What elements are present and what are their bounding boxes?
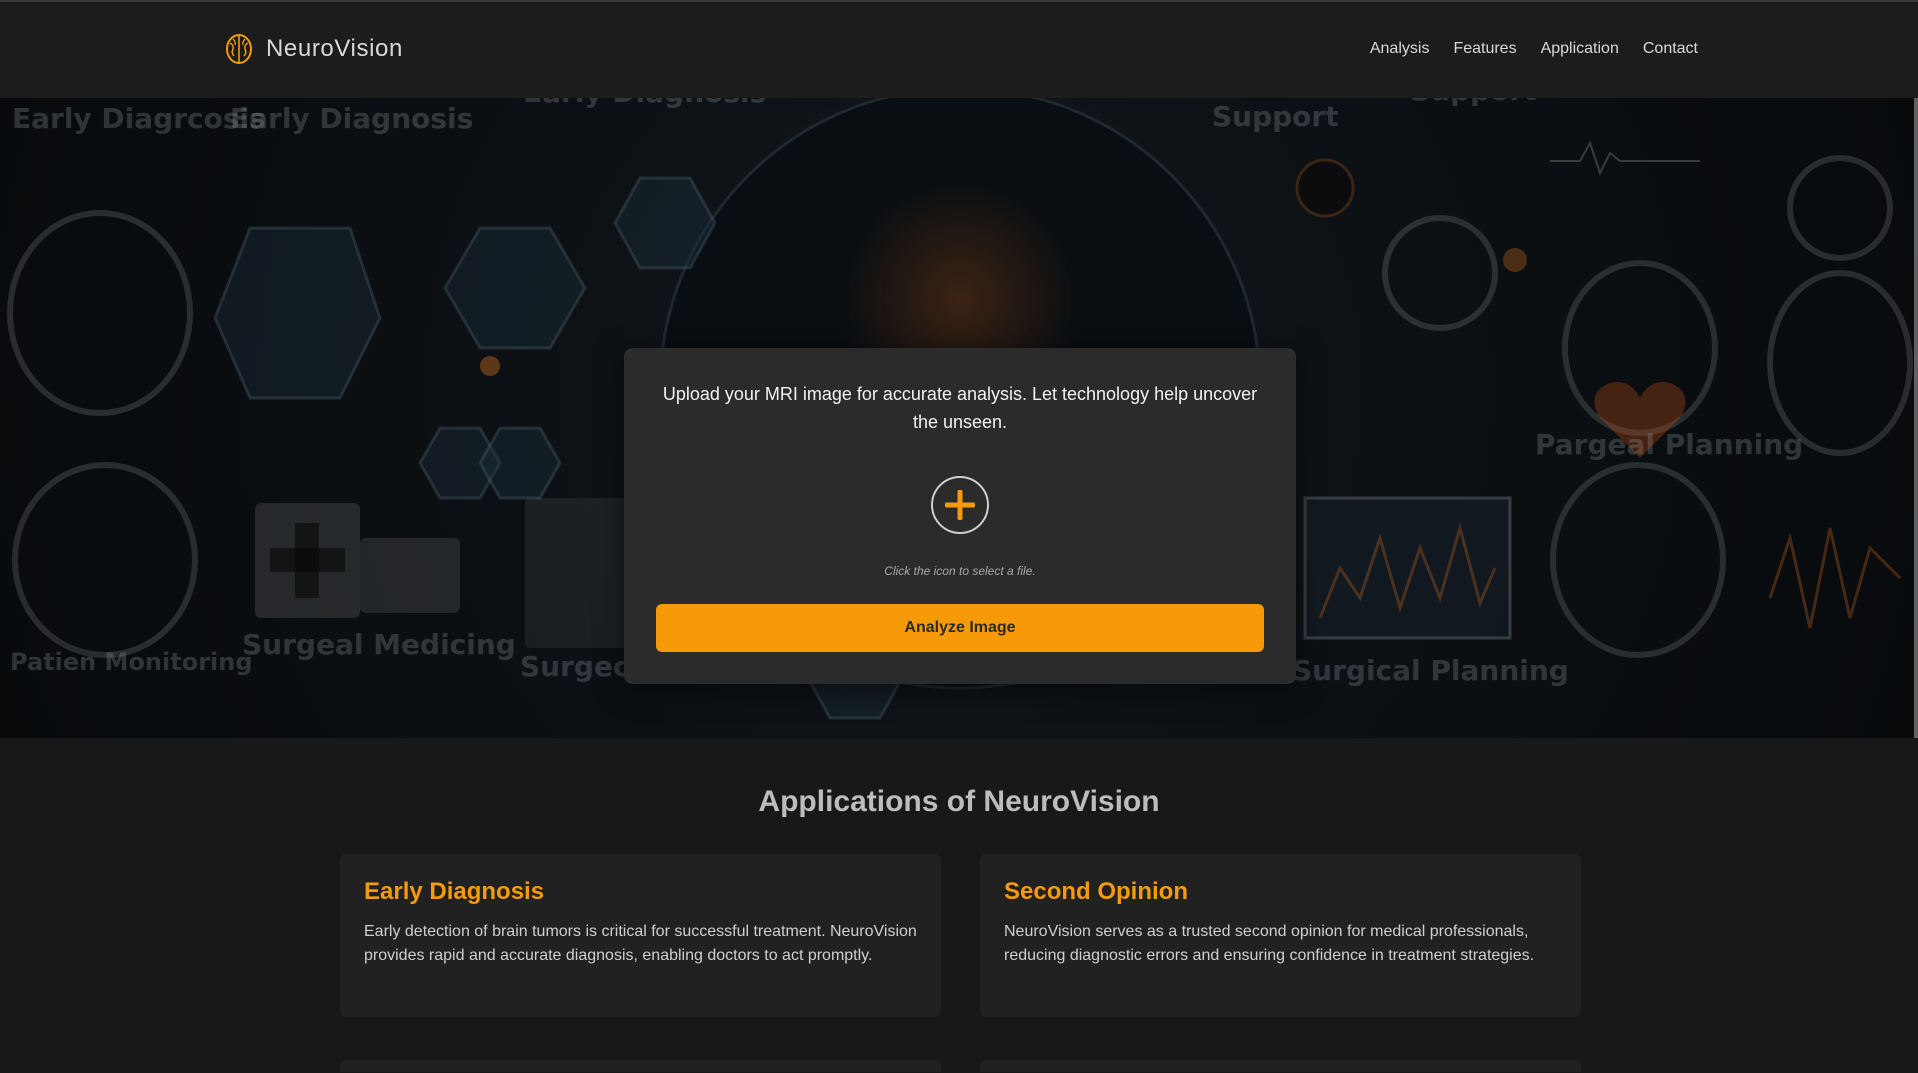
nav-link-features[interactable]: Features bbox=[1453, 40, 1516, 58]
file-select-button[interactable] bbox=[931, 476, 989, 534]
hero-section: Early Diagrcosis Early Diagnosis Early D… bbox=[0, 98, 1918, 738]
brand-logo-link[interactable]: NeuroVision bbox=[224, 32, 403, 66]
application-card-partial bbox=[980, 1060, 1581, 1072]
analyze-image-button[interactable]: Analyze Image bbox=[656, 604, 1264, 652]
card-title: Second Opinion bbox=[1004, 878, 1188, 905]
card-text: NeuroVision serves as a trusted second o… bbox=[1004, 923, 1535, 964]
brand-name: NeuroVision bbox=[266, 35, 403, 62]
nav-link-contact[interactable]: Contact bbox=[1643, 40, 1698, 58]
brain-icon bbox=[226, 34, 252, 64]
main-nav: Analysis Features Application Contact bbox=[1370, 40, 1698, 58]
upload-description: Upload your MRI image for accurate analy… bbox=[662, 384, 1258, 432]
card-title: Early Diagnosis bbox=[364, 878, 545, 905]
upload-hint: Click the icon to select a file. bbox=[884, 564, 1036, 578]
application-card-partial bbox=[340, 1060, 941, 1072]
nav-link-analysis[interactable]: Analysis bbox=[1370, 40, 1430, 58]
nav-link-application[interactable]: Application bbox=[1541, 40, 1619, 58]
application-card: Second Opinion NeuroVision serves as a t… bbox=[980, 854, 1581, 1017]
card-text: Early detection of brain tumors is criti… bbox=[364, 923, 917, 964]
top-navbar: NeuroVision Analysis Features Applicatio… bbox=[0, 0, 1918, 98]
scrollbar[interactable] bbox=[1914, 98, 1918, 738]
application-card: Early Diagnosis Early detection of brain… bbox=[340, 854, 941, 1017]
upload-card: Upload your MRI image for accurate analy… bbox=[624, 348, 1296, 684]
plus-icon bbox=[945, 490, 975, 520]
applications-title: Applications of NeuroVision bbox=[758, 785, 1160, 818]
